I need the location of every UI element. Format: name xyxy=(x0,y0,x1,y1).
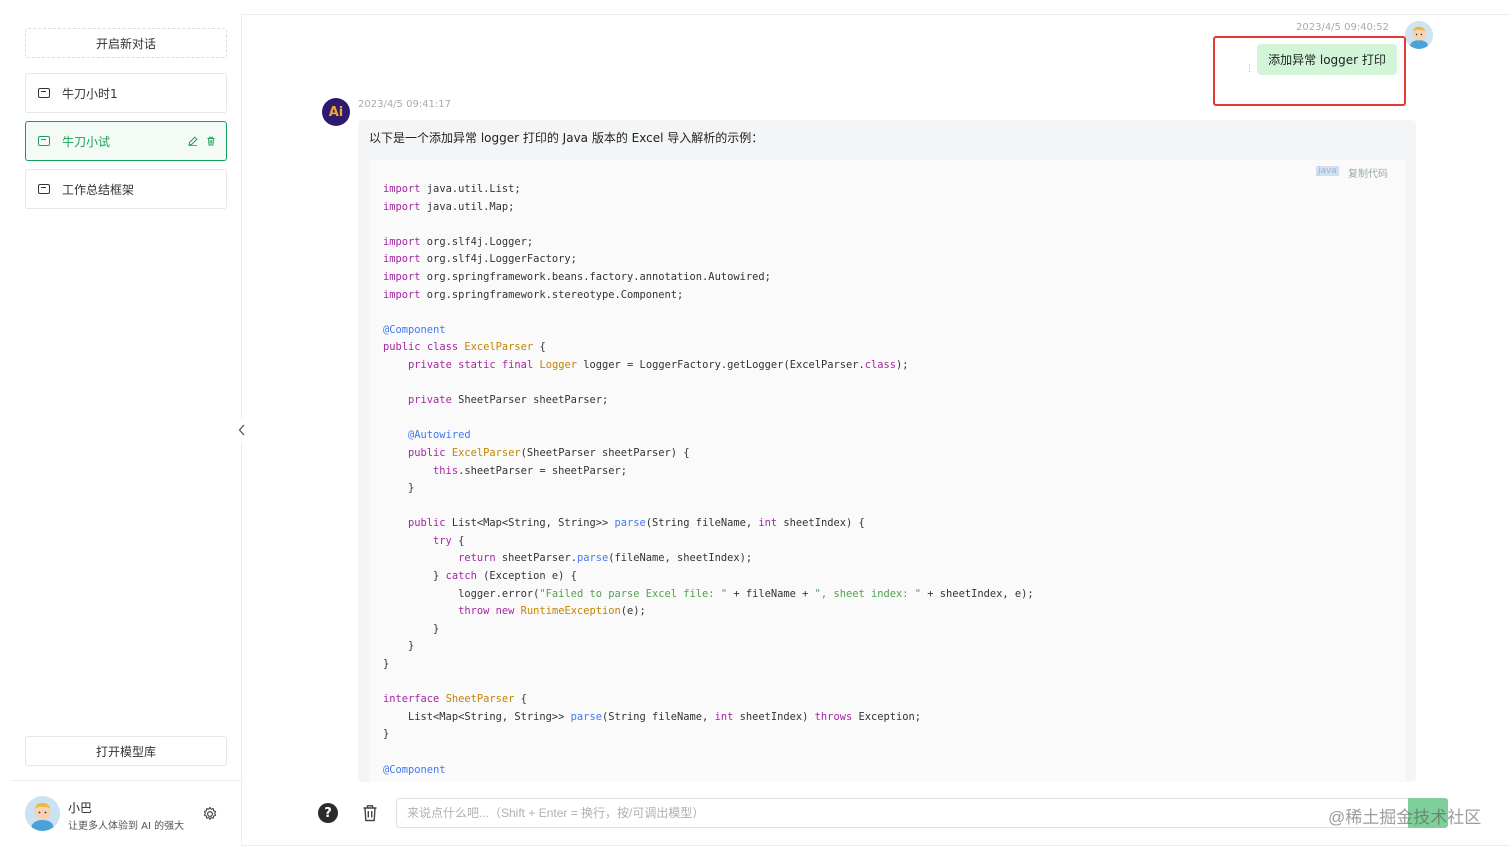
sidebar: 开启新对话 牛刀小时1 牛刀小试 工作总结框架 打开模型库 小巴 让更多人体验到… xyxy=(10,14,242,846)
ai-message-intro: 以下是一个添加异常 logger 打印的 Java 版本的 Excel 导入解析… xyxy=(369,131,764,145)
code-line: private SheetParser sheetParser; xyxy=(408,394,609,407)
code-line: this.sheetParser = sheetParser; xyxy=(433,464,627,477)
ai-message-time: 2023/4/5 09:41:17 xyxy=(358,99,452,110)
code-line: private static final Logger logger = Log… xyxy=(408,358,909,371)
edit-icon[interactable] xyxy=(188,136,198,146)
code-line: } xyxy=(383,482,415,495)
code-line: import java.util.Map; xyxy=(383,200,515,213)
code-line: List<Map<String, String>> parse(String f… xyxy=(383,710,922,723)
code-line: public List<Map<String, String>> parse(S… xyxy=(408,517,865,530)
code-line: } xyxy=(383,640,415,653)
code-line: @Component xyxy=(383,323,446,336)
code-line: public class ExcelParser { xyxy=(383,341,546,354)
code-line: } xyxy=(383,728,390,741)
chevron-left-icon xyxy=(238,424,245,436)
watermark: @稀土掘金技术社区 xyxy=(1328,808,1482,827)
chat-icon xyxy=(38,136,50,146)
conversation-item-active[interactable]: 牛刀小试 xyxy=(25,121,227,161)
code-line: logger.error("Failed to parse Excel file… xyxy=(383,587,1034,600)
user-message-time: 2023/4/5 09:40:52 xyxy=(1296,22,1390,33)
code-line: @Component xyxy=(383,763,446,776)
help-icon[interactable]: ? xyxy=(318,803,338,823)
user-avatar-icon xyxy=(1405,21,1433,49)
delete-icon[interactable] xyxy=(206,136,216,146)
code-line: import org.springframework.beans.factory… xyxy=(383,270,771,283)
code-line: import org.springframework.stereotype.Co… xyxy=(383,288,684,301)
profile-description: 让更多人体验到 AI 的强大 xyxy=(68,821,185,832)
ai-message-bubble: 以下是一个添加异常 logger 打印的 Java 版本的 Excel 导入解析… xyxy=(358,120,1416,782)
conversation-label: 牛刀小时1 xyxy=(62,86,118,101)
avatar[interactable] xyxy=(25,796,60,831)
open-model-library-button[interactable]: 打开模型库 xyxy=(25,736,227,766)
gear-icon[interactable] xyxy=(202,806,218,822)
code-line: } xyxy=(383,622,440,635)
profile-name: 小巴 xyxy=(68,801,93,815)
collapse-sidebar-button[interactable] xyxy=(232,418,252,442)
user-message-avatar xyxy=(1405,21,1433,49)
code-language-label: java xyxy=(1316,166,1339,176)
chat-icon xyxy=(38,88,50,98)
code-line: try { xyxy=(433,534,465,547)
annotation-highlight-box xyxy=(1213,36,1406,106)
code-line: @Autowired xyxy=(408,429,471,442)
code-line: public ExcelParser(SheetParser sheetPars… xyxy=(408,446,690,459)
code-line: interface SheetParser { xyxy=(383,693,527,706)
code-line: } catch (Exception e) { xyxy=(383,570,577,583)
copy-code-button[interactable]: 复制代码 xyxy=(1348,165,1388,180)
conversation-item[interactable]: 牛刀小时1 xyxy=(25,73,227,113)
code-line: import org.slf4j.Logger; xyxy=(383,235,534,248)
code-line: import org.slf4j.LoggerFactory; xyxy=(383,253,577,266)
code-block: java 复制代码 import java.util.List; import j… xyxy=(369,160,1405,782)
code-line: return sheetParser.parse(fileName, sheet… xyxy=(458,552,753,565)
code-line: import java.util.List; xyxy=(383,183,521,195)
chat-icon xyxy=(38,184,50,194)
conversation-label: 工作总结框架 xyxy=(62,182,135,197)
trash-icon[interactable] xyxy=(362,804,378,822)
chat-input[interactable] xyxy=(396,798,1409,828)
ai-avatar: Ai xyxy=(322,98,350,126)
new-chat-button[interactable]: 开启新对话 xyxy=(25,28,227,58)
code-line: throw new RuntimeException(e); xyxy=(458,605,646,618)
conversation-label: 牛刀小试 xyxy=(62,134,111,149)
user-profile: 小巴 让更多人体验到 AI 的强大 xyxy=(10,780,241,847)
conversation-item[interactable]: 工作总结框架 xyxy=(25,169,227,209)
user-avatar-icon xyxy=(25,796,60,831)
code-line: } xyxy=(383,658,390,671)
code-content: import java.util.List; import java.util.M… xyxy=(383,181,1034,779)
